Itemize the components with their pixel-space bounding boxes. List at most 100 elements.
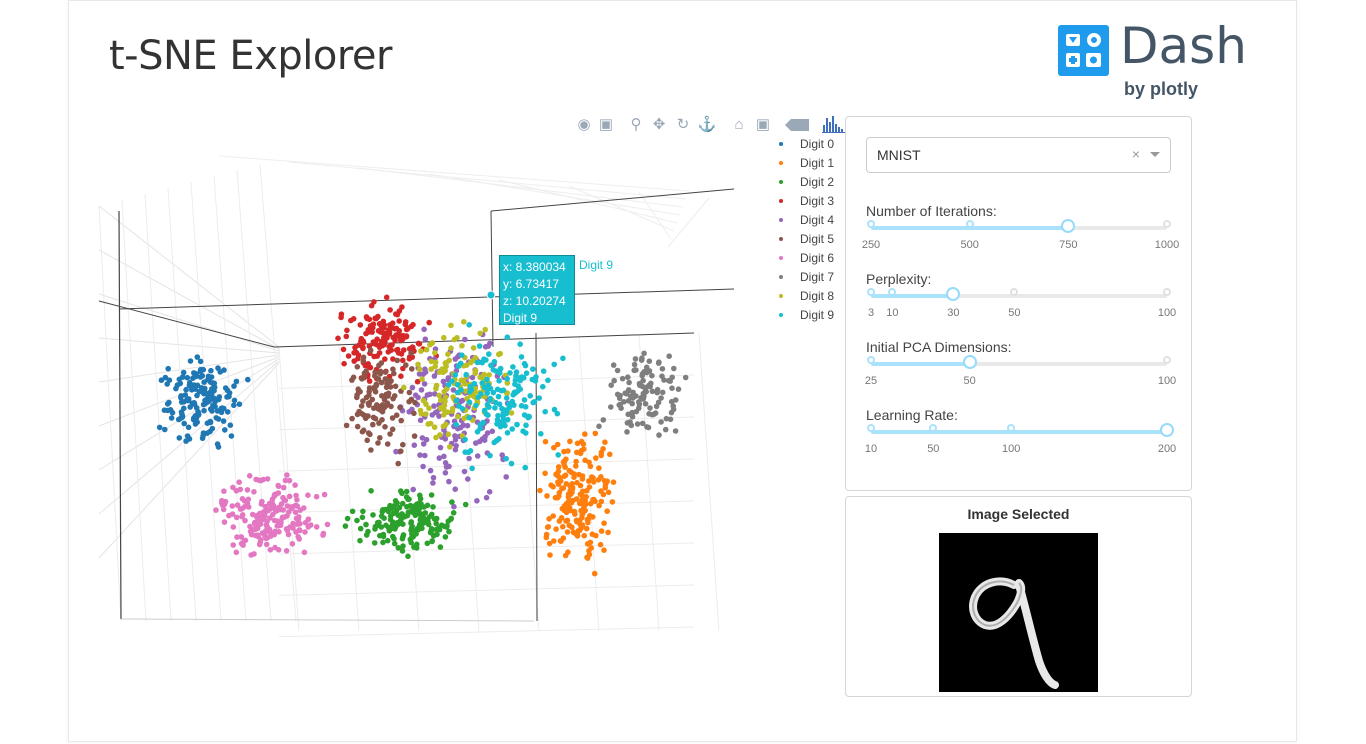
scatter-point[interactable] bbox=[308, 522, 314, 528]
scatter-point[interactable] bbox=[372, 373, 378, 379]
scatter-point[interactable] bbox=[391, 393, 398, 399]
scatter-point[interactable] bbox=[652, 410, 659, 416]
scatter-point[interactable] bbox=[503, 474, 510, 480]
scatter-point[interactable] bbox=[604, 478, 610, 485]
scatter-point[interactable] bbox=[256, 477, 262, 484]
scatter-point[interactable] bbox=[511, 402, 517, 408]
scatter-point[interactable] bbox=[560, 459, 567, 465]
scatter-point[interactable] bbox=[221, 519, 228, 525]
scatter-point[interactable] bbox=[352, 344, 358, 351]
legend-item[interactable]: Digit 1 bbox=[774, 154, 834, 173]
home-icon[interactable]: ⌂ bbox=[729, 115, 749, 135]
scatter-point[interactable] bbox=[418, 524, 424, 530]
scatter-point[interactable] bbox=[233, 378, 240, 385]
scatter-point[interactable] bbox=[564, 517, 571, 524]
scatter-point[interactable] bbox=[504, 376, 511, 382]
slider-handle[interactable] bbox=[1061, 219, 1076, 233]
scatter-point[interactable] bbox=[406, 389, 413, 396]
slider-mark-label[interactable]: 1000 bbox=[1155, 239, 1179, 251]
scatter-point[interactable] bbox=[610, 479, 617, 486]
slider-track[interactable] bbox=[871, 362, 1167, 366]
scatter-point[interactable] bbox=[281, 497, 288, 504]
scatter-point[interactable] bbox=[457, 360, 464, 367]
scatter-point[interactable] bbox=[602, 485, 609, 491]
scatter-point[interactable] bbox=[270, 502, 277, 509]
scatter-point[interactable] bbox=[543, 534, 550, 541]
scatter-point[interactable] bbox=[658, 395, 664, 401]
scatter-point[interactable] bbox=[233, 488, 240, 494]
scatter-point[interactable] bbox=[233, 514, 240, 521]
scatter-point[interactable] bbox=[256, 541, 263, 548]
scatter-point[interactable] bbox=[595, 477, 602, 483]
scatter-point[interactable] bbox=[375, 406, 382, 412]
scatter-point[interactable] bbox=[672, 428, 679, 434]
scatter-point[interactable] bbox=[550, 513, 556, 519]
scatter-point[interactable] bbox=[384, 400, 391, 407]
scatter-point[interactable] bbox=[433, 515, 440, 522]
scatter-point[interactable] bbox=[648, 380, 654, 387]
scatter-point[interactable] bbox=[466, 455, 472, 462]
scatter-point[interactable] bbox=[415, 361, 421, 368]
scatter-point[interactable] bbox=[422, 366, 428, 373]
scatter-point[interactable] bbox=[656, 432, 662, 438]
scatter-point[interactable] bbox=[567, 483, 573, 489]
scatter-point[interactable] bbox=[587, 513, 593, 519]
scatter-point[interactable] bbox=[394, 500, 400, 506]
scatter-point[interactable] bbox=[345, 353, 352, 359]
scatter-point[interactable] bbox=[496, 436, 502, 442]
scatter-point[interactable] bbox=[424, 520, 431, 526]
scatter-point[interactable] bbox=[452, 372, 459, 378]
slider-mark-label[interactable]: 50 bbox=[1008, 307, 1020, 319]
scatter-point[interactable] bbox=[654, 389, 660, 396]
scatter-point[interactable] bbox=[388, 525, 395, 531]
scatter-point[interactable] bbox=[354, 364, 361, 370]
scatter-point[interactable] bbox=[355, 355, 361, 362]
scatter-point[interactable] bbox=[493, 368, 500, 375]
scatter-point[interactable] bbox=[441, 412, 447, 418]
scatter-point[interactable] bbox=[596, 423, 602, 430]
scatter-point[interactable] bbox=[503, 395, 510, 401]
scatter-point[interactable] bbox=[598, 452, 604, 459]
scatter-point[interactable] bbox=[266, 528, 272, 535]
scatter-point[interactable] bbox=[609, 499, 616, 505]
chevron-down-icon[interactable] bbox=[1150, 152, 1160, 157]
scatter-point[interactable] bbox=[470, 345, 477, 351]
scatter-point[interactable] bbox=[443, 421, 449, 428]
scatter-point[interactable] bbox=[197, 358, 204, 365]
scatter-point[interactable] bbox=[426, 405, 432, 412]
scatter-point[interactable] bbox=[176, 435, 183, 441]
scatter-point[interactable] bbox=[521, 360, 528, 367]
camera-icon[interactable]: ◉ bbox=[574, 115, 594, 135]
scatter-point[interactable] bbox=[390, 533, 396, 540]
scatter-point[interactable] bbox=[442, 436, 449, 442]
scatter-point[interactable] bbox=[546, 540, 553, 547]
scatter-point[interactable] bbox=[183, 386, 189, 393]
scatter-point[interactable] bbox=[466, 399, 473, 406]
scatter-point[interactable] bbox=[408, 534, 415, 541]
scatter-point[interactable] bbox=[591, 496, 597, 503]
scatter-point[interactable] bbox=[372, 415, 379, 422]
scatter-point[interactable] bbox=[653, 403, 660, 410]
scatter-point[interactable] bbox=[420, 463, 426, 470]
scatter-point[interactable] bbox=[558, 538, 564, 544]
legend-item[interactable]: Digit 8 bbox=[774, 287, 834, 306]
scatter-point[interactable] bbox=[442, 360, 449, 366]
scatter-point[interactable] bbox=[286, 493, 293, 500]
scatter-point[interactable] bbox=[542, 470, 548, 477]
slider-mark-label[interactable]: 25 bbox=[865, 375, 877, 387]
scatter-point[interactable] bbox=[579, 476, 586, 482]
scatter-point[interactable] bbox=[427, 391, 433, 398]
scatter-point[interactable] bbox=[600, 446, 606, 452]
scatter-point[interactable] bbox=[540, 383, 546, 390]
scatter-point[interactable] bbox=[586, 548, 592, 554]
scatter-point[interactable] bbox=[194, 419, 200, 426]
scatter-point[interactable] bbox=[494, 421, 500, 427]
scatter-point[interactable] bbox=[302, 529, 308, 535]
scatter-point[interactable] bbox=[454, 413, 461, 420]
scatter-point[interactable] bbox=[445, 431, 452, 438]
scatter-point[interactable] bbox=[436, 455, 443, 461]
scatter-point[interactable] bbox=[288, 505, 295, 512]
scatter-point[interactable] bbox=[486, 404, 492, 410]
scatter-point[interactable] bbox=[191, 385, 198, 391]
slider-mark-dot[interactable] bbox=[867, 288, 875, 296]
